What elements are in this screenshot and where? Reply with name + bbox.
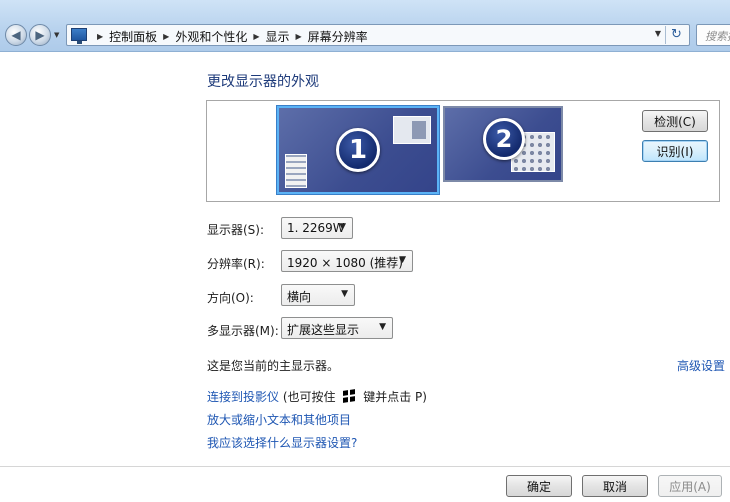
breadcrumb-appearance[interactable]: 外观和个性化 — [175, 28, 247, 45]
monitor-2-number: 2 — [483, 118, 525, 160]
multi-display-select[interactable]: 扩展这些显示 ▼ — [281, 317, 393, 339]
breadcrumb-separator-icon[interactable]: ▶ — [253, 32, 259, 41]
page-title: 更改显示器的外观 — [207, 74, 319, 90]
orientation-select[interactable]: 横向 ▼ — [281, 284, 355, 306]
identify-button[interactable]: 识别(I) — [642, 140, 708, 162]
primary-display-note: 这是您当前的主显示器。 — [207, 359, 340, 373]
control-panel-icon — [71, 28, 87, 44]
windows-key-icon — [343, 389, 356, 403]
resolution-select-value: 1920 × 1080 (推荐) — [287, 256, 403, 270]
breadcrumb-control-panel[interactable]: 控制面板 — [109, 28, 157, 45]
breadcrumb-display[interactable]: 显示 — [266, 28, 290, 45]
breadcrumb-separator-icon[interactable]: ▶ — [296, 32, 302, 41]
advanced-settings-link[interactable]: 高级设置 — [677, 357, 725, 374]
detect-button[interactable]: 检测(C) — [642, 110, 708, 132]
refresh-icon[interactable]: ↻ — [665, 26, 687, 44]
orientation-label: 方向(O): — [207, 291, 254, 305]
forward-arrow-icon: ▶ — [35, 28, 45, 42]
chevron-down-icon: ▼ — [379, 322, 386, 332]
chevron-down-icon: ▼ — [341, 289, 348, 299]
resolution-label: 分辨率(R): — [207, 257, 265, 271]
display-label: 显示器(S): — [207, 223, 265, 237]
back-button[interactable]: ◀ — [5, 24, 27, 46]
address-bar[interactable]: ▶ 控制面板 ▶ 外观和个性化 ▶ 显示 ▶ 屏幕分辨率 ▼ ↻ — [66, 24, 690, 46]
taskbar-thumbnail — [285, 154, 307, 188]
display-settings-help-link[interactable]: 我应该选择什么显示器设置? — [207, 434, 357, 451]
projector-hint-suffix: 键并点击 P) — [363, 390, 427, 404]
chevron-down-icon: ▼ — [399, 255, 406, 265]
breadcrumb-screen-resolution[interactable]: 屏幕分辨率 — [308, 28, 368, 45]
breadcrumb: ▶ 控制面板 ▶ 外观和个性化 ▶ 显示 ▶ 屏幕分辨率 — [91, 28, 368, 45]
text-size-link[interactable]: 放大或缩小文本和其他项目 — [207, 411, 351, 428]
forward-button[interactable]: ▶ — [29, 24, 51, 46]
ok-button[interactable]: 确定 — [506, 475, 572, 497]
resolution-select[interactable]: 1920 × 1080 (推荐) ▼ — [281, 250, 413, 272]
monitor-1-number: 1 — [336, 128, 380, 172]
orientation-select-value: 横向 — [287, 290, 312, 304]
breadcrumb-separator-icon[interactable]: ▶ — [97, 32, 103, 41]
multi-display-label: 多显示器(M): — [207, 324, 279, 338]
multi-display-select-value: 扩展这些显示 — [287, 323, 360, 337]
monitor-1[interactable]: 1 — [277, 106, 439, 194]
chevron-down-icon: ▼ — [339, 222, 346, 232]
explorer-toolbar: ◀ ▶ ▼ ▶ 控制面板 ▶ 外观和个性化 ▶ 显示 ▶ 屏幕分辨率 ▼ ↻ 搜… — [0, 0, 730, 52]
apply-button[interactable]: 应用(A) — [658, 475, 722, 497]
monitor-2[interactable]: 2 — [443, 106, 563, 182]
projector-line: 连接到投影仪 (也可按住 键并点击 P) — [207, 388, 427, 405]
cancel-button[interactable]: 取消 — [582, 475, 648, 497]
recent-pages-dropdown[interactable]: ▼ — [54, 31, 59, 39]
search-input[interactable]: 搜索控 — [696, 24, 730, 46]
breadcrumb-separator-icon[interactable]: ▶ — [163, 32, 169, 41]
address-dropdown-icon[interactable]: ▼ — [655, 29, 661, 38]
display-select-value: 1. 2269W — [287, 221, 345, 235]
window-thumbnail — [393, 116, 431, 144]
connect-projector-link[interactable]: 连接到投影仪 — [207, 390, 279, 404]
projector-hint-prefix: (也可按住 — [282, 390, 336, 404]
back-arrow-icon: ◀ — [11, 28, 21, 42]
display-select[interactable]: 1. 2269W ▼ — [281, 217, 353, 239]
